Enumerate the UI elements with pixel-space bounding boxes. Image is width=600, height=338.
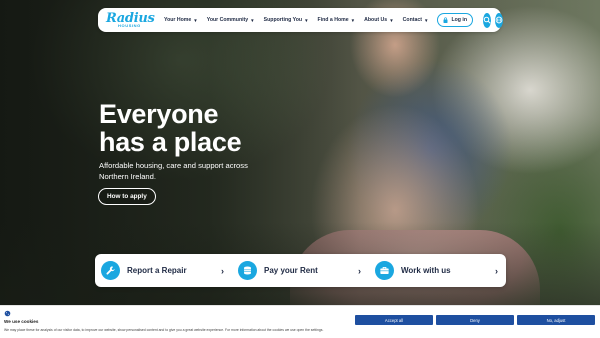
cookie-text: We may place these for analysis of our v…	[4, 328, 324, 332]
quick-link-pay-rent[interactable]: Pay your Rent ›	[232, 254, 369, 287]
login-button[interactable]: Log in	[437, 13, 474, 27]
nav-supporting-you[interactable]: Supporting You ▼	[264, 17, 309, 23]
chevron-down-icon: ▼	[193, 17, 198, 23]
quick-link-label: Pay your Rent	[264, 266, 318, 275]
nav-about-us[interactable]: About Us ▼	[364, 17, 394, 23]
globe-icon	[495, 16, 503, 24]
site-header: Radius HOUSING Your Home ▼ Your Communit…	[98, 8, 504, 32]
hero-title-line2: has a place	[99, 127, 242, 157]
coins-icon	[238, 261, 257, 280]
logo-sub: HOUSING	[118, 23, 141, 28]
adjust-button[interactable]: No, adjust	[517, 315, 595, 325]
chevron-right-icon: ›	[221, 265, 224, 276]
quick-link-label: Work with us	[401, 266, 451, 275]
hero-title-line1: Everyone	[99, 99, 219, 129]
quick-link-report-repair[interactable]: Report a Repair ›	[95, 254, 232, 287]
nav-your-home[interactable]: Your Home ▼	[164, 17, 198, 23]
hero-subtitle: Affordable housing, care and support acr…	[99, 161, 248, 181]
accept-all-button[interactable]: Accept all	[355, 315, 433, 325]
chevron-down-icon: ▼	[304, 17, 309, 23]
search-icon	[483, 16, 491, 24]
quick-links-bar: Report a Repair › Pay your Rent › Work w…	[95, 254, 506, 287]
chevron-down-icon: ▼	[423, 17, 429, 23]
quick-link-label: Report a Repair	[127, 266, 187, 275]
cookie-icon	[4, 310, 11, 317]
deny-button[interactable]: Deny	[436, 315, 514, 325]
nav-label: Your Home	[164, 17, 192, 23]
chevron-right-icon: ›	[358, 265, 361, 276]
language-button[interactable]	[495, 12, 504, 28]
nav-label: Contact	[402, 17, 422, 23]
nav-your-community[interactable]: Your Community ▼	[207, 17, 255, 23]
hero-title: Everyone has a place	[99, 100, 319, 156]
main-nav: Your Home ▼ Your Community ▼ Supporting …	[164, 17, 437, 23]
chevron-down-icon: ▼	[350, 17, 356, 23]
nav-label: About Us	[364, 17, 388, 23]
nav-label: Find a Home	[317, 17, 349, 23]
chevron-down-icon: ▼	[389, 17, 394, 23]
lock-icon	[443, 17, 448, 23]
nav-label: Your Community	[206, 17, 249, 23]
radius-logo[interactable]: Radius HOUSING	[106, 12, 155, 28]
chevron-right-icon: ›	[495, 265, 498, 276]
nav-contact[interactable]: Contact ▼	[403, 17, 429, 23]
quick-link-work-with-us[interactable]: Work with us ›	[369, 254, 506, 287]
nav-label: Supporting You	[263, 17, 303, 23]
how-to-apply-button[interactable]: How to apply	[98, 188, 156, 205]
briefcase-icon	[375, 261, 394, 280]
search-button[interactable]	[483, 12, 492, 28]
cookie-title: We use cookies	[4, 319, 39, 324]
wrench-icon	[101, 261, 120, 280]
chevron-down-icon: ▼	[250, 17, 255, 23]
login-label: Log in	[451, 17, 468, 23]
nav-find-a-home[interactable]: Find a Home ▼	[318, 17, 356, 23]
